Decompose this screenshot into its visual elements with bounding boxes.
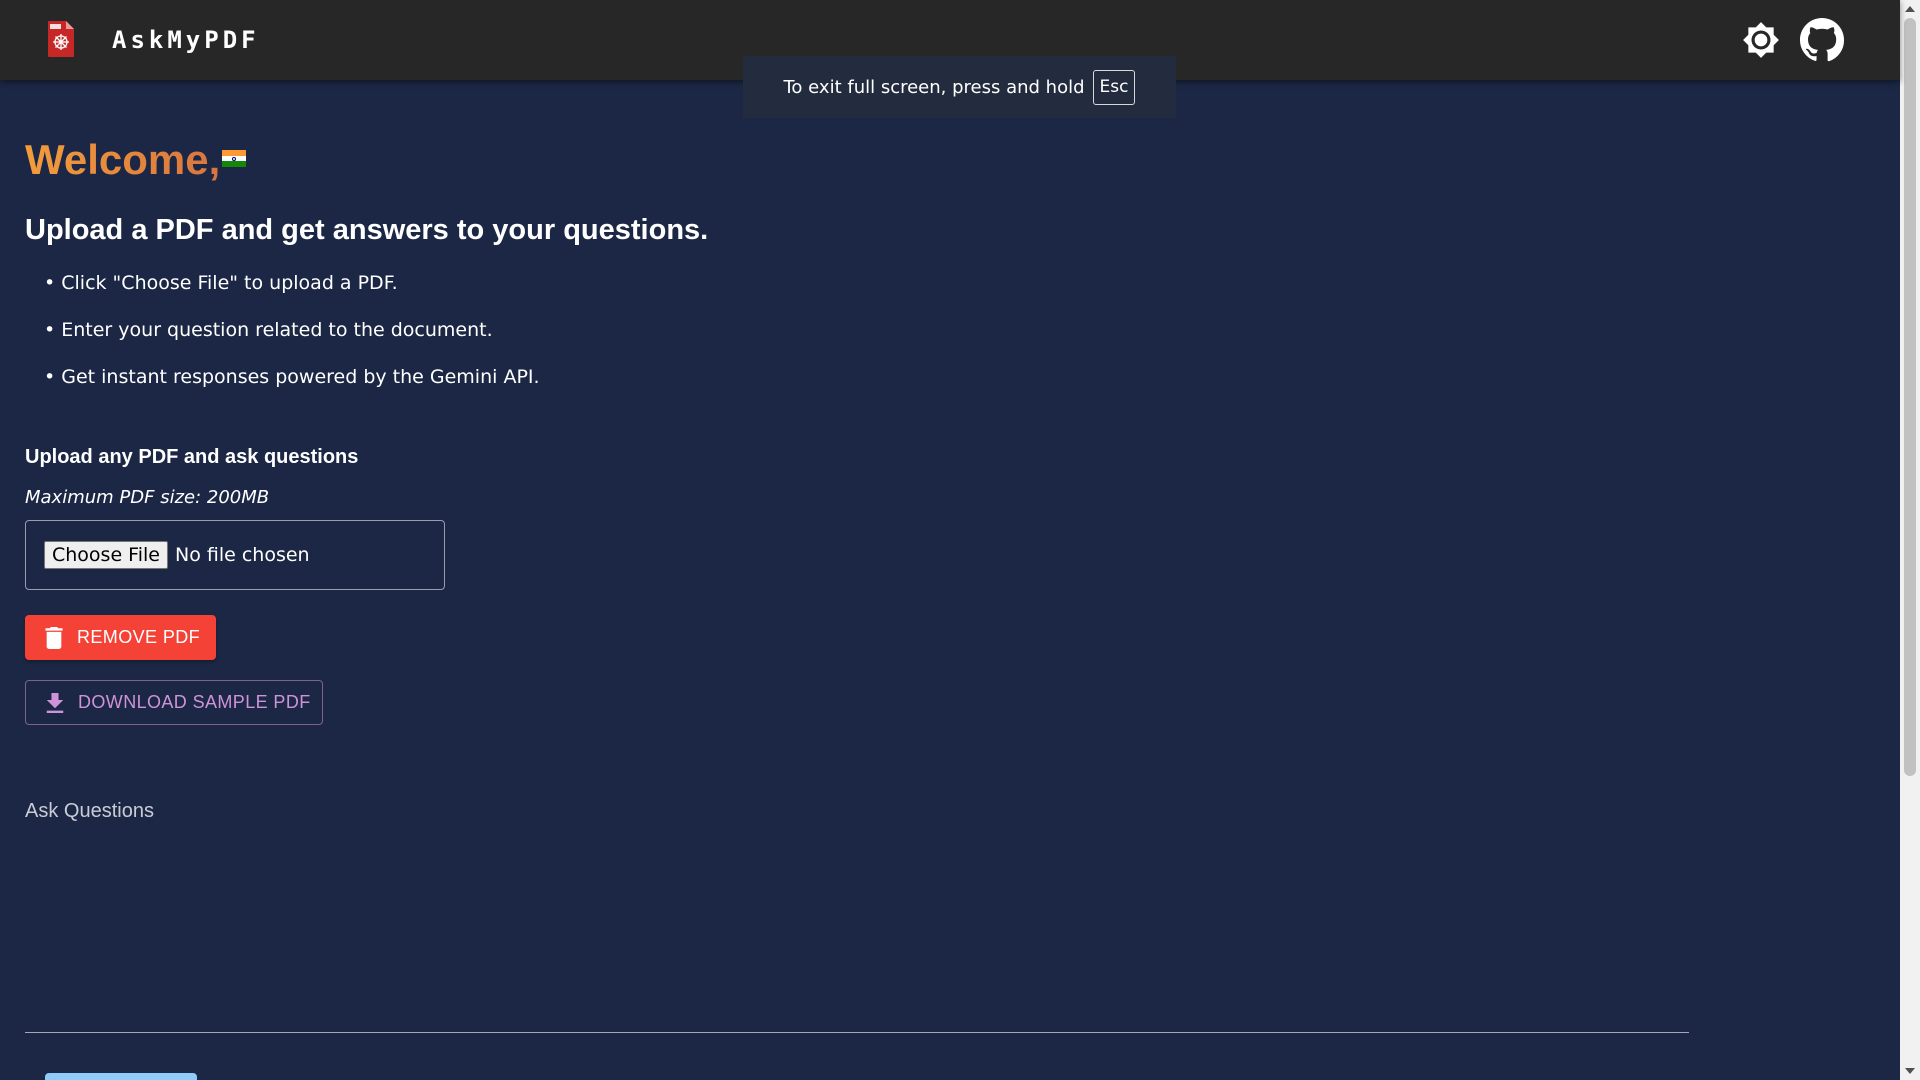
esc-key-badge: Esc [1092,69,1136,105]
india-flag-icon [222,150,246,168]
pdf-file-icon[interactable] [46,20,76,58]
instruction-item: • Get instant responses powered by the G… [44,366,540,388]
theme-toggle-button[interactable] [1740,19,1782,61]
file-upload-field[interactable]: Choose File No file chosen [25,520,445,590]
github-icon [1799,17,1845,62]
download-sample-pdf-label: DOWNLOAD SAMPLE PDF [78,692,311,712]
remove-pdf-label: REMOVE PDF [77,627,201,647]
submit-button[interactable] [45,1073,197,1080]
choose-file-button[interactable]: Choose File [44,541,168,569]
fullscreen-notice-text: To exit full screen, press and hold [783,76,1085,98]
page-scrollbar[interactable] [1900,0,1920,1080]
fullscreen-exit-notice: To exit full screen, press and hold Esc [743,56,1176,118]
file-status-text: No file chosen [174,544,310,566]
trash-icon [45,626,63,649]
remove-pdf-button[interactable]: REMOVE PDF [25,615,216,660]
brightness-icon [1743,22,1779,58]
scroll-down-arrow-icon[interactable] [1905,1068,1915,1074]
upload-size-limit: Maximum PDF size: 200MB [25,487,270,508]
instruction-item: • Enter your question related to the doc… [44,319,493,341]
page-heading: Upload a PDF and get answers to your que… [25,214,709,246]
scrollbar-thumb[interactable] [1904,18,1916,776]
welcome-heading: Welcome, [25,136,221,183]
instruction-item: • Click "Choose File" to upload a PDF. [44,272,398,294]
section-divider [25,1032,1689,1033]
ask-questions-title: Ask Questions [25,800,154,822]
instructions-list: • Click "Choose File" to upload a PDF. •… [44,272,540,413]
upload-section-title: Upload any PDF and ask questions [25,446,359,468]
download-icon [46,692,64,713]
scroll-up-arrow-icon[interactable] [1905,6,1915,12]
github-link[interactable] [1798,16,1846,64]
app-brand[interactable]: AskMyPDF [112,26,260,54]
download-sample-pdf-button[interactable]: DOWNLOAD SAMPLE PDF [25,680,323,725]
